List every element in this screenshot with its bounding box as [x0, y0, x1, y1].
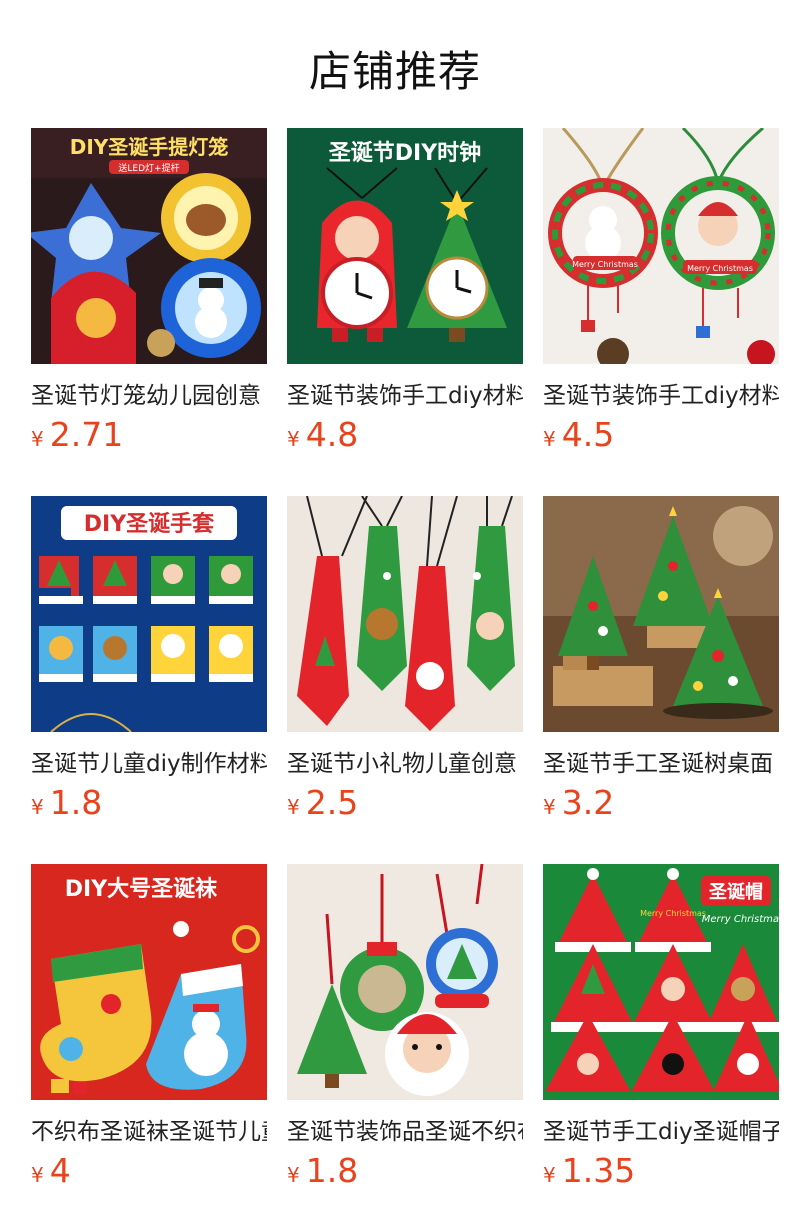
- product-image[interactable]: [287, 864, 523, 1100]
- price-value: 3.2: [561, 783, 615, 822]
- currency-symbol: ¥: [543, 427, 556, 451]
- product-image[interactable]: Merry Christmas Merry Christmas: [543, 128, 779, 364]
- product-title[interactable]: 圣诞节装饰手工diy材料: [543, 376, 779, 412]
- product-title[interactable]: 圣诞节手工diy圣诞帽子: [543, 1112, 779, 1148]
- currency-symbol: ¥: [31, 1163, 44, 1187]
- image-tag-text: Merry Christmas: [572, 260, 638, 269]
- product-image[interactable]: 圣诞节DIY时钟: [287, 128, 523, 364]
- product-card[interactable]: 圣诞节DIY时钟 圣诞节装饰手工diy材料 ¥ 4.8: [287, 128, 523, 454]
- currency-symbol: ¥: [543, 1163, 556, 1187]
- price-value: 4.5: [561, 415, 615, 454]
- image-banner-text: 圣诞帽: [708, 881, 763, 903]
- product-card[interactable]: 圣诞帽 Merry Christmas Merry Christmas 圣诞节手…: [543, 864, 779, 1190]
- currency-symbol: ¥: [287, 1163, 300, 1187]
- image-banner-text: DIY大号圣诞袜: [65, 876, 217, 902]
- currency-symbol: ¥: [31, 795, 44, 819]
- product-grid: DIY圣诞手提灯笼 送LED灯+提杆 圣诞节灯笼幼儿园创意 ¥ 2.71 圣诞节…: [31, 128, 790, 1190]
- price-value: 1.35: [561, 1151, 636, 1190]
- product-title[interactable]: 圣诞节小礼物儿童创意: [287, 744, 523, 780]
- price-value: 1.8: [49, 783, 103, 822]
- product-card[interactable]: DIY圣诞手提灯笼 送LED灯+提杆 圣诞节灯笼幼儿园创意 ¥ 2.71: [31, 128, 267, 454]
- image-banner-text: DIY圣诞手套: [84, 511, 214, 537]
- price-value: 1.8: [305, 1151, 359, 1190]
- product-price: ¥1.8: [287, 1151, 358, 1191]
- product-image[interactable]: [543, 496, 779, 732]
- image-tag-text: Merry Christmas: [687, 264, 753, 273]
- store-recommendations-page: 店铺推荐 DIY圣诞手提灯笼 送LED灯+提杆 圣诞节灯笼幼儿园创意 ¥ 2.7…: [0, 0, 790, 1232]
- product-image[interactable]: DIY大号圣诞袜: [31, 864, 267, 1100]
- product-card[interactable]: 圣诞节装饰品圣诞不织布 ¥1.8: [287, 864, 523, 1190]
- product-price: ¥3.2: [543, 783, 614, 823]
- page-title: 店铺推荐: [308, 47, 481, 96]
- currency-symbol: ¥: [31, 427, 44, 451]
- product-image[interactable]: [287, 496, 523, 732]
- product-card[interactable]: Merry Christmas Merry Christmas 圣诞节装饰手工d…: [543, 128, 779, 454]
- product-title[interactable]: 不织布圣诞袜圣诞节儿童: [31, 1112, 267, 1148]
- hat-text: Merry Christmas: [640, 909, 706, 918]
- product-title[interactable]: 圣诞节手工圣诞树桌面: [543, 744, 779, 780]
- currency-symbol: ¥: [287, 427, 300, 451]
- product-title[interactable]: 圣诞节儿童diy制作材料: [31, 744, 267, 780]
- product-price: ¥2.71: [31, 415, 123, 455]
- product-price: ¥4.5: [543, 415, 614, 455]
- image-script-text: Merry Christmas: [702, 914, 779, 925]
- product-image[interactable]: DIY圣诞手套: [31, 496, 267, 732]
- product-price: ¥4: [31, 1151, 71, 1191]
- product-price: ¥4.8: [287, 415, 358, 455]
- image-sub-text: 送LED灯+提杆: [118, 162, 179, 174]
- product-card[interactable]: DIY圣诞手套 圣诞节儿童diy制作材料 ¥ 1.8: [31, 496, 267, 822]
- product-image[interactable]: DIY圣诞手提灯笼 送LED灯+提杆: [31, 128, 267, 364]
- image-banner-text: DIY圣诞手提灯笼: [70, 135, 229, 159]
- product-image[interactable]: 圣诞帽 Merry Christmas Merry Christmas: [543, 864, 779, 1100]
- product-title[interactable]: 圣诞节装饰品圣诞不织布: [287, 1112, 523, 1148]
- image-banner-text: 圣诞节DIY时钟: [329, 140, 481, 166]
- product-price: ¥2.5: [287, 783, 358, 823]
- price-value: 2.5: [305, 783, 359, 822]
- price-value: 2.71: [49, 415, 124, 454]
- price-value: 4.8: [305, 415, 359, 454]
- price-value: 4: [49, 1151, 71, 1190]
- product-card[interactable]: DIY大号圣诞袜 不织布圣诞袜圣诞节儿童 ¥ 4: [31, 864, 267, 1190]
- product-title[interactable]: 圣诞节装饰手工diy材料: [287, 376, 523, 412]
- currency-symbol: ¥: [543, 795, 556, 819]
- product-price: ¥1.35: [543, 1151, 635, 1191]
- product-title[interactable]: 圣诞节灯笼幼儿园创意: [31, 376, 267, 412]
- product-price: ¥1.8: [31, 783, 102, 823]
- product-card[interactable]: 圣诞节手工圣诞树桌面 ¥3.2: [543, 496, 779, 822]
- currency-symbol: ¥: [287, 795, 300, 819]
- product-card[interactable]: 圣诞节小礼物儿童创意 ¥2.5: [287, 496, 523, 822]
